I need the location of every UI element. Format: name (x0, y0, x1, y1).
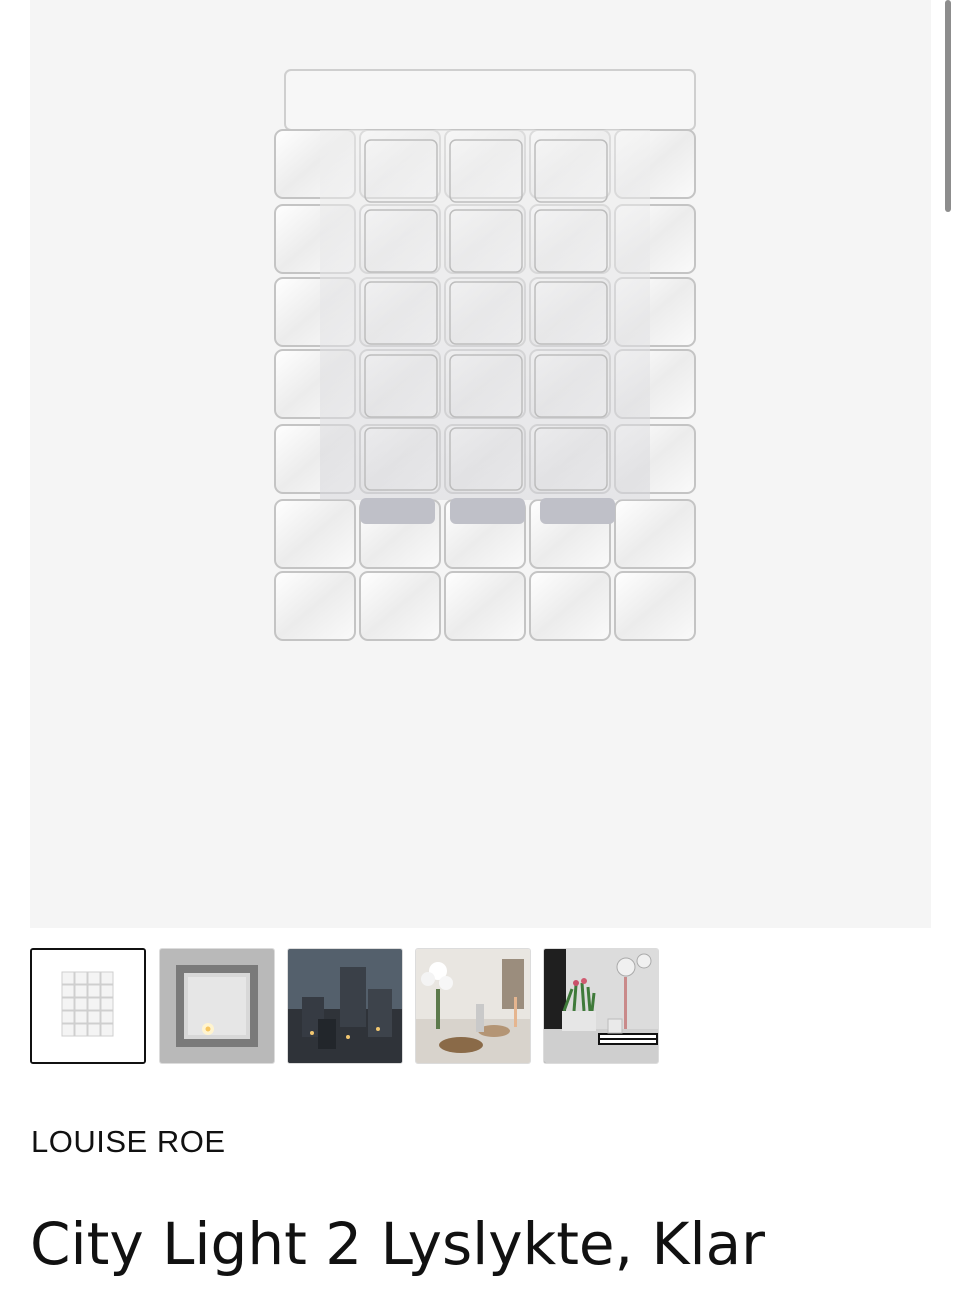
candle-holder-top-view-thumb (160, 949, 274, 1063)
glass-cell (444, 571, 526, 641)
glass-cell (529, 571, 611, 641)
scrollbar[interactable] (945, 0, 951, 212)
thumbnail-gallery (30, 948, 670, 1064)
glass-cell (614, 499, 696, 569)
candle-holder-front-thumb (32, 950, 144, 1062)
thumbnail-2[interactable] (159, 948, 275, 1064)
glass-cell (614, 571, 696, 641)
glass-cell (359, 571, 441, 641)
thumbnail-5[interactable] (543, 948, 659, 1064)
table-setting-thumb (416, 949, 530, 1063)
glass-candle-holder-image (274, 69, 696, 641)
city-lanterns-thumb (288, 949, 402, 1063)
glass-cell (274, 571, 356, 641)
glass-cell (274, 499, 356, 569)
brand-link[interactable]: LOUISE ROE (31, 1124, 226, 1160)
thumbnail-4[interactable] (415, 948, 531, 1064)
product-page: LOUISE ROE City Light 2 Lyslykte, Klar (0, 0, 960, 1297)
thumbnail-1[interactable] (30, 948, 146, 1064)
product-title: City Light 2 Lyslykte, Klar (30, 1210, 766, 1278)
thumbnail-3[interactable] (287, 948, 403, 1064)
product-main-image[interactable] (30, 0, 931, 928)
tulips-tray-thumb (544, 949, 658, 1063)
